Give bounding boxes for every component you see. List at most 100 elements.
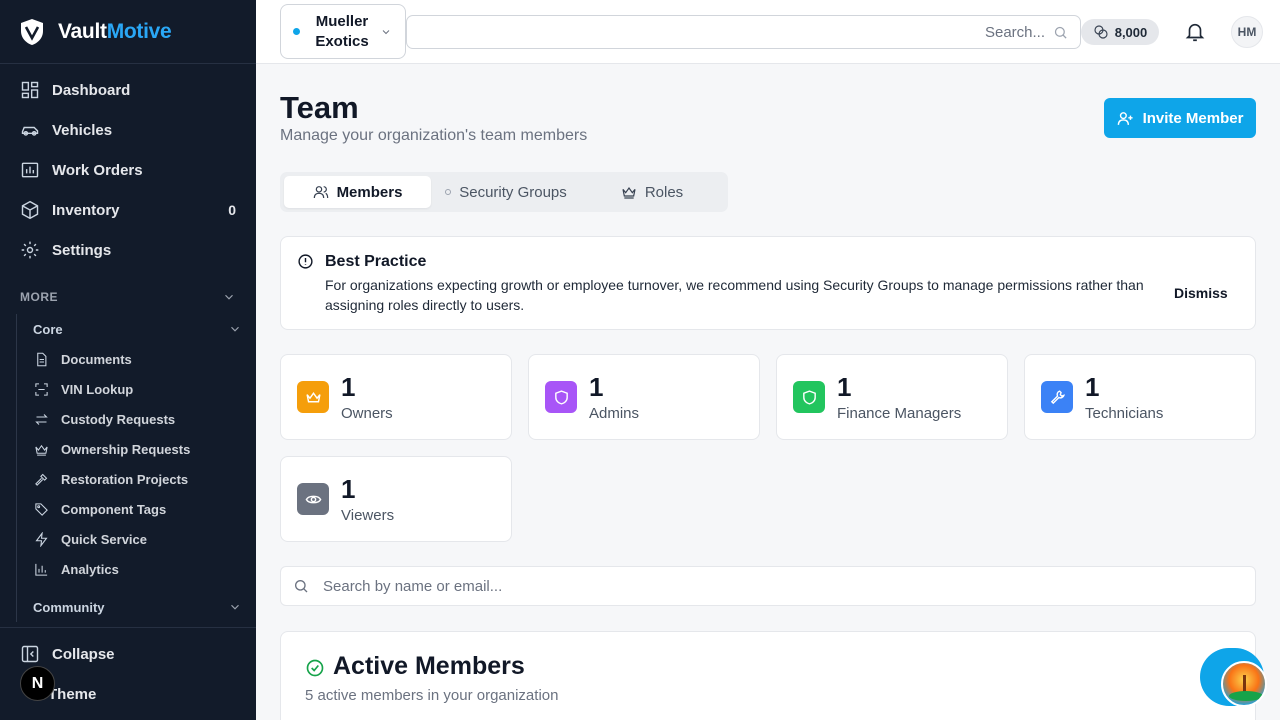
stat-label: Admins bbox=[589, 405, 640, 422]
crown-icon bbox=[35, 444, 48, 456]
main-nav: Dashboard Vehicles Work Orders Inventory… bbox=[0, 64, 256, 270]
stat-technicians: 1 Technicians bbox=[1024, 354, 1256, 440]
sidebar-item-label: Work Orders bbox=[52, 161, 143, 179]
sidebar-item-vehicles[interactable]: Vehicles bbox=[0, 110, 256, 150]
stat-admins: 1 Admins bbox=[528, 354, 760, 440]
team-tabs: Members Security Groups Roles bbox=[280, 172, 728, 212]
sidebar-item-quick-service[interactable]: Quick Service bbox=[17, 524, 242, 554]
sidebar-item-label: Custody Requests bbox=[61, 411, 176, 427]
info-icon bbox=[298, 254, 313, 269]
sidebar-item-component-tags[interactable]: Component Tags bbox=[17, 494, 242, 524]
top-bar: Mueller Exotics Search... 8,000 HM bbox=[256, 0, 1280, 64]
credits-badge[interactable]: 8,000 bbox=[1081, 19, 1159, 45]
tab-security-groups[interactable]: Security Groups bbox=[432, 176, 580, 208]
page-title: Team bbox=[280, 90, 359, 125]
bell-icon bbox=[1185, 23, 1205, 42]
swap-icon bbox=[35, 413, 48, 425]
sidebar-item-restoration-projects[interactable]: Restoration Projects bbox=[17, 464, 242, 494]
invite-member-button[interactable]: Invite Member bbox=[1104, 98, 1256, 138]
brand[interactable]: VaultMotive bbox=[0, 0, 256, 64]
tab-roles[interactable]: Roles bbox=[580, 176, 724, 208]
sidebar-item-vin-lookup[interactable]: VIN Lookup bbox=[17, 374, 242, 404]
collapse-label: Collapse bbox=[52, 645, 115, 663]
dismiss-button[interactable]: Dismiss bbox=[1174, 285, 1228, 301]
bolt-icon bbox=[35, 531, 48, 547]
search-icon bbox=[295, 580, 308, 593]
wrench-icon bbox=[1041, 381, 1073, 413]
crown-icon bbox=[622, 186, 636, 199]
hammer-icon bbox=[35, 473, 48, 486]
coins-icon bbox=[1094, 25, 1108, 39]
assistant-avatar[interactable] bbox=[1221, 661, 1267, 707]
more-section-toggle[interactable]: MORE bbox=[0, 280, 256, 314]
chevron-down-icon bbox=[225, 294, 233, 300]
tab-label: Security Groups bbox=[459, 183, 567, 201]
tab-label: Members bbox=[336, 183, 403, 201]
sidebar-collapse-icon bbox=[21, 645, 39, 663]
sidebar-item-label: Component Tags bbox=[61, 501, 167, 517]
dashboard-icon bbox=[21, 81, 39, 99]
active-members-subtitle: 5 active members in your organization bbox=[305, 687, 559, 704]
sidebar-item-work-orders[interactable]: Work Orders bbox=[0, 150, 256, 190]
document-icon bbox=[37, 352, 47, 366]
user-plus-icon bbox=[1117, 111, 1133, 125]
tag-icon bbox=[35, 502, 48, 516]
sidebar-item-analytics[interactable]: Analytics bbox=[17, 554, 242, 584]
stat-count: 1 bbox=[341, 474, 356, 504]
active-members-title: Active Members bbox=[333, 652, 525, 680]
search-icon bbox=[1054, 26, 1067, 39]
circle-icon bbox=[445, 189, 452, 195]
chevron-down-icon bbox=[231, 326, 239, 332]
sidebar-item-ownership-requests[interactable]: Ownership Requests bbox=[17, 434, 242, 464]
core-section-toggle[interactable]: Core bbox=[17, 314, 242, 344]
box-icon bbox=[21, 200, 39, 220]
logo-shield-icon bbox=[21, 18, 43, 45]
sidebar-item-settings[interactable]: Settings bbox=[0, 230, 256, 270]
credits-value: 8,000 bbox=[1114, 24, 1148, 40]
notifications-button[interactable] bbox=[1184, 21, 1206, 43]
stat-count: 1 bbox=[837, 372, 852, 402]
community-section-toggle[interactable]: Community bbox=[17, 592, 242, 622]
member-search-input[interactable] bbox=[323, 577, 923, 595]
island-icon bbox=[1229, 691, 1263, 701]
theme-toggle[interactable]: Theme bbox=[48, 686, 96, 703]
org-status-dot bbox=[293, 28, 300, 35]
invite-label: Invite Member bbox=[1142, 109, 1244, 127]
stat-label: Technicians bbox=[1085, 405, 1164, 422]
tab-members[interactable]: Members bbox=[284, 176, 431, 208]
stat-count: 1 bbox=[341, 372, 356, 402]
core-group: Core Documents VIN Lookup Custody Reques… bbox=[16, 314, 242, 622]
global-search-input[interactable]: Search... bbox=[406, 15, 1081, 49]
sidebar-item-label: Settings bbox=[52, 241, 112, 259]
sidebar-item-inventory[interactable]: Inventory 0 bbox=[0, 190, 256, 230]
active-members-card: Active Members 5 active members in your … bbox=[280, 631, 1256, 720]
dev-tools-badge[interactable]: N bbox=[20, 666, 55, 701]
chevron-down-icon bbox=[382, 29, 390, 34]
check-circle-icon bbox=[305, 658, 325, 678]
sidebar-item-label: VIN Lookup bbox=[61, 381, 134, 397]
shield-icon bbox=[545, 381, 577, 413]
stat-owners: 1 Owners bbox=[280, 354, 512, 440]
sidebar-item-documents[interactable]: Documents bbox=[17, 344, 242, 374]
sidebar-item-custody-requests[interactable]: Custody Requests bbox=[17, 404, 242, 434]
sidebar-item-label: Quick Service bbox=[61, 531, 147, 547]
shield-icon bbox=[793, 381, 825, 413]
sidebar-item-label: Vehicles bbox=[52, 121, 113, 139]
best-practice-alert: Best Practice For organizations expectin… bbox=[280, 236, 1256, 330]
chevron-down-icon bbox=[231, 604, 239, 610]
main-content: Team Manage your organization's team mem… bbox=[256, 64, 1280, 720]
sidebar-item-dashboard[interactable]: Dashboard bbox=[0, 70, 256, 110]
alert-body: For organizations expecting growth or em… bbox=[325, 277, 1144, 313]
stat-finance-managers: 1 Finance Managers bbox=[776, 354, 1008, 440]
user-avatar[interactable]: HM bbox=[1231, 16, 1263, 48]
sidebar-item-label: Analytics bbox=[61, 561, 119, 577]
member-search bbox=[280, 566, 1256, 606]
chart-icon bbox=[35, 563, 48, 576]
org-switcher[interactable]: Mueller Exotics bbox=[280, 4, 406, 59]
eye-icon bbox=[297, 483, 329, 515]
community-label: Community bbox=[33, 599, 105, 615]
inventory-count-badge: 0 bbox=[228, 202, 236, 218]
search-placeholder: Search... bbox=[984, 23, 1045, 41]
gear-icon bbox=[21, 241, 39, 259]
stat-label: Finance Managers bbox=[837, 405, 962, 422]
